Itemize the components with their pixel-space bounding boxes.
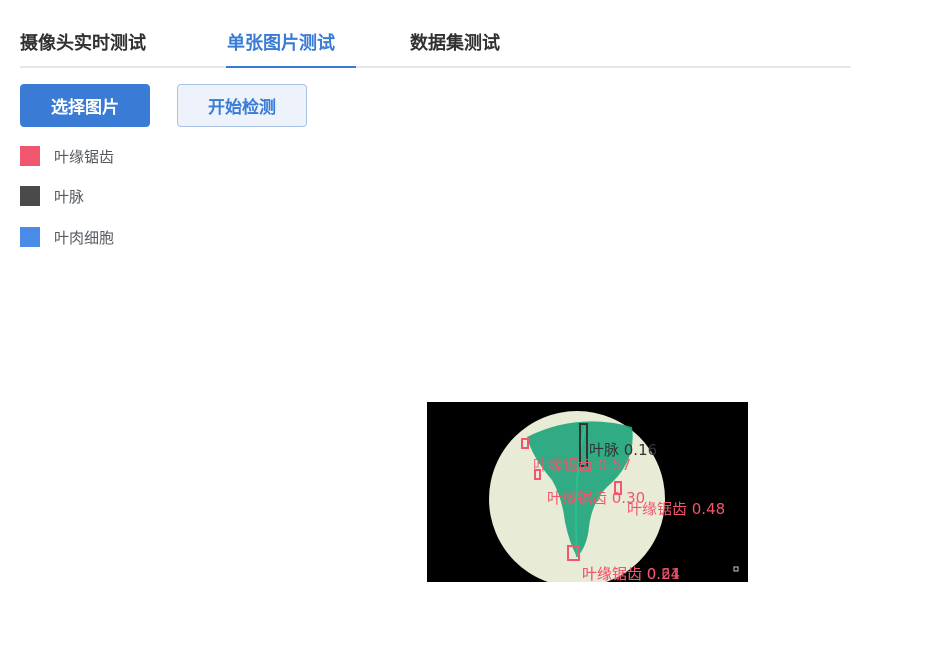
legend-label: 叶脉 bbox=[54, 187, 85, 206]
detection-result-svg: 叶脉 0.16 叶缘锯齿 0.57 叶缘锯齿 0.30 叶缘锯齿 0.48 叶缘… bbox=[489, 411, 739, 582]
tab-dataset[interactable]: 数据集测试 bbox=[410, 29, 500, 55]
single-image-test-page: 摄像头实时测试 单张图片测试 数据集测试 选择图片 开始检测 叶缘锯齿 叶脉 叶… bbox=[0, 0, 951, 645]
active-tab-indicator bbox=[226, 66, 356, 68]
detection-result-image: 叶脉 0.16 叶缘锯齿 0.57 叶缘锯齿 0.30 叶缘锯齿 0.48 叶缘… bbox=[427, 402, 748, 582]
tab-single-image[interactable]: 单张图片测试 bbox=[227, 29, 335, 55]
detection-label-serration: 叶缘锯齿 0.57 bbox=[533, 456, 631, 474]
legend-item-vein: 叶脉 bbox=[20, 185, 84, 207]
tab-bar: 摄像头实时测试 单张图片测试 数据集测试 bbox=[20, 20, 851, 68]
legend-swatch-mesophyll bbox=[20, 227, 40, 247]
detection-label-serration: 叶缘锯齿 0.48 bbox=[627, 500, 725, 518]
legend-label: 叶缘锯齿 bbox=[54, 147, 115, 166]
legend-item-serration: 叶缘锯齿 bbox=[20, 145, 114, 167]
tab-camera-realtime[interactable]: 摄像头实时测试 bbox=[20, 29, 146, 55]
legend-swatch-serration bbox=[20, 146, 40, 166]
corner-marker bbox=[733, 566, 739, 572]
start-detect-button[interactable]: 开始检测 bbox=[177, 84, 307, 127]
legend-item-mesophyll: 叶肉细胞 bbox=[20, 226, 114, 248]
detection-label-serration: 叶缘锯齿 0.61 bbox=[582, 565, 680, 582]
legend-swatch-vein bbox=[20, 186, 40, 206]
legend-label: 叶肉细胞 bbox=[54, 228, 115, 247]
select-image-button[interactable]: 选择图片 bbox=[20, 84, 150, 127]
